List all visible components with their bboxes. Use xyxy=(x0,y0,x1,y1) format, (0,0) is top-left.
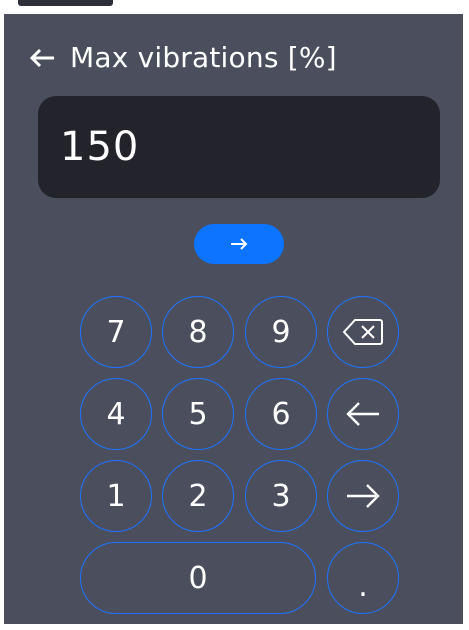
top-status-strip xyxy=(0,0,469,14)
key-3[interactable]: 3 xyxy=(245,460,317,532)
key-label: 7 xyxy=(106,314,126,350)
value-input-field[interactable]: 150 xyxy=(38,96,440,198)
key-label: 6 xyxy=(271,396,291,432)
right-arrow-icon xyxy=(231,238,248,250)
back-button[interactable] xyxy=(28,44,56,72)
key-0[interactable]: 0 xyxy=(80,542,316,614)
key-9[interactable]: 9 xyxy=(245,296,317,368)
key-label: 5 xyxy=(188,396,208,432)
key-2[interactable]: 2 xyxy=(162,460,234,532)
backspace-key[interactable] xyxy=(327,296,399,368)
page-title: Max vibrations [%] xyxy=(70,41,337,74)
cursor-right-key[interactable] xyxy=(327,460,399,532)
key-label: 0 xyxy=(188,560,208,596)
key-1[interactable]: 1 xyxy=(80,460,152,532)
key-label: 8 xyxy=(188,314,208,350)
dialog-header: Max vibrations [%] xyxy=(28,40,337,76)
key-label: 9 xyxy=(271,314,291,350)
key-5[interactable]: 5 xyxy=(162,378,234,450)
cursor-left-key[interactable] xyxy=(327,378,399,450)
partial-status-element xyxy=(18,0,113,6)
value-text: 150 xyxy=(60,124,140,170)
key-label: 1 xyxy=(106,478,126,514)
key-decimal[interactable]: . xyxy=(327,542,399,614)
left-arrow-icon xyxy=(346,402,379,426)
key-label: 3 xyxy=(271,478,291,514)
key-4[interactable]: 4 xyxy=(80,378,152,450)
confirm-button[interactable] xyxy=(194,224,284,264)
key-6[interactable]: 6 xyxy=(245,378,317,450)
key-label: 4 xyxy=(106,396,126,432)
key-7[interactable]: 7 xyxy=(80,296,152,368)
key-8[interactable]: 8 xyxy=(162,296,234,368)
left-arrow-icon xyxy=(29,48,54,68)
key-label: 2 xyxy=(188,478,208,514)
key-label: . xyxy=(358,568,368,604)
backspace-icon xyxy=(343,319,383,345)
right-arrow-icon xyxy=(347,484,380,508)
